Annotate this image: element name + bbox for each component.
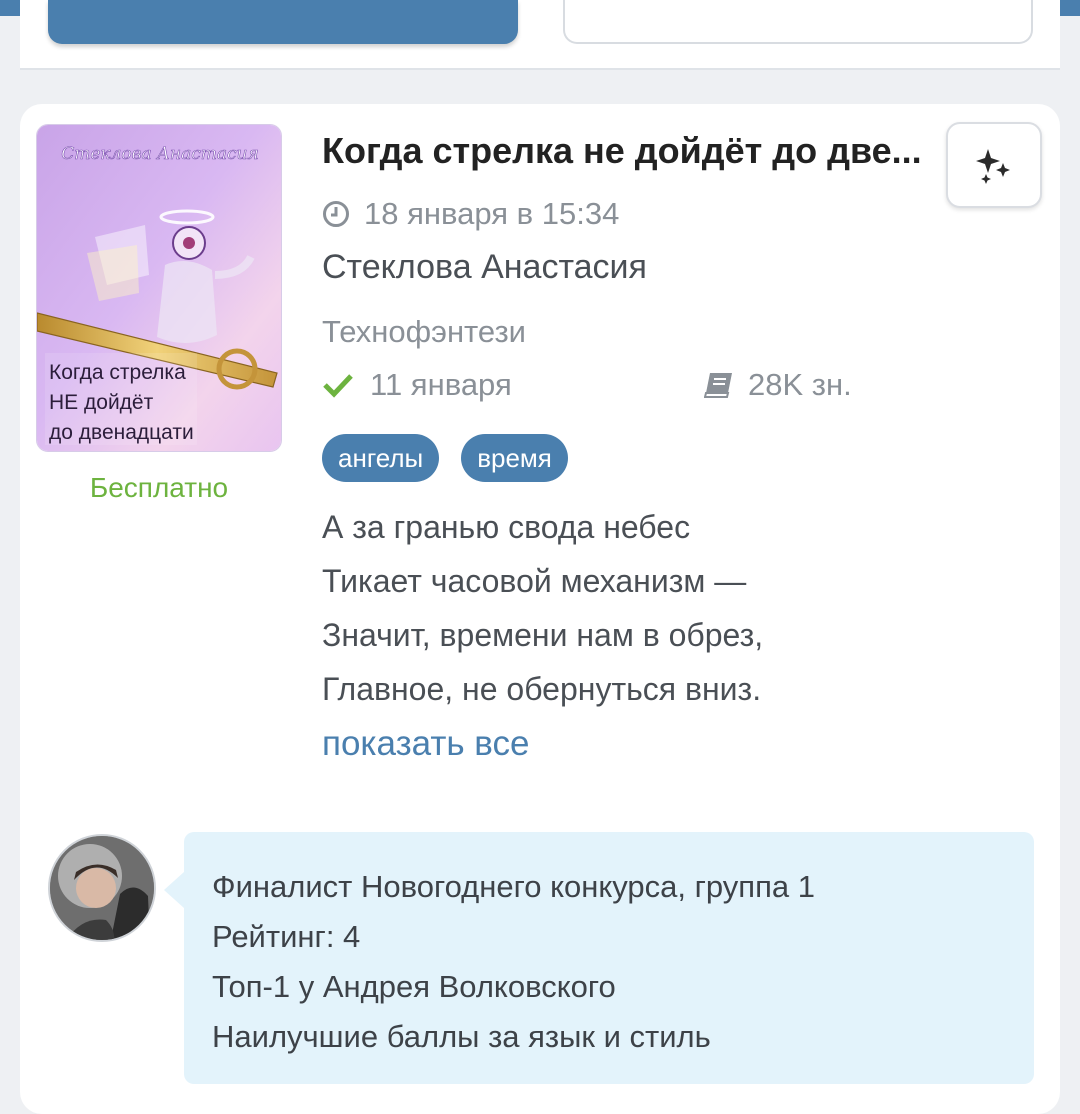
update-date-row: 11 января <box>322 367 512 403</box>
book-excerpt: А за гранью свода небес Тикает часовой м… <box>322 500 763 716</box>
excerpt-line: Главное, не обернуться вниз. <box>322 671 762 707</box>
excerpt-line: Значит, времени нам в обрез, <box>322 617 764 653</box>
previous-card-primary-button[interactable] <box>48 0 518 44</box>
price-label: Бесплатно <box>89 472 229 503</box>
genre-label[interactable]: Технофэнтези <box>322 314 526 350</box>
previous-card-secondary-button[interactable] <box>563 0 1033 44</box>
cover-title-line-2: НЕ дойдёт <box>49 391 154 414</box>
reviewer-avatar[interactable] <box>48 834 156 942</box>
book-card: Стеклова Анастасия Когда стрелка НЕ дойд… <box>20 104 1060 1114</box>
publish-date-row: 18 января в 15:34 <box>322 196 619 232</box>
sparkles-icon <box>976 149 1010 184</box>
review-line: Рейтинг: 4 <box>212 919 361 954</box>
show-all-link[interactable]: показать все <box>322 724 529 764</box>
book-icon <box>704 373 732 398</box>
clock-icon <box>323 201 349 227</box>
tag-angels[interactable]: ангелы <box>322 434 440 482</box>
publish-date: 18 января в 15:34 <box>364 196 620 231</box>
review-line: Финалист Новогоднего конкурса, группа 1 <box>212 869 815 904</box>
book-cover[interactable]: Стеклова Анастасия Когда стрелка НЕ дойд… <box>36 124 282 452</box>
size-value: 28K зн. <box>748 367 852 402</box>
cover-author-text: Стеклова Анастасия <box>61 144 259 164</box>
tags-list: ангелы время <box>322 434 568 482</box>
cover-title-line-3: до двенадцати <box>49 421 194 444</box>
previous-card <box>20 0 1060 70</box>
book-title[interactable]: Когда стрелка не дойдёт до две... <box>322 130 934 172</box>
update-date: 11 января <box>370 367 512 402</box>
magic-button[interactable] <box>946 122 1042 208</box>
excerpt-line: А за гранью свода небес <box>322 509 691 545</box>
review-bubble: Финалист Новогоднего конкурса, группа 1 … <box>164 832 1034 1084</box>
excerpt-line: Тикает часовой механизм — <box>322 563 747 599</box>
cover-title-line-1: Когда стрелка <box>49 361 186 384</box>
author-name[interactable]: Стеклова Анастасия <box>322 248 647 287</box>
tag-time[interactable]: время <box>461 434 568 482</box>
size-row: 28K зн. <box>704 367 852 403</box>
review-line: Наилучшие баллы за язык и стиль <box>212 1019 711 1054</box>
review-line: Топ-1 у Андрея Волковского <box>212 969 616 1004</box>
check-icon <box>323 374 353 398</box>
